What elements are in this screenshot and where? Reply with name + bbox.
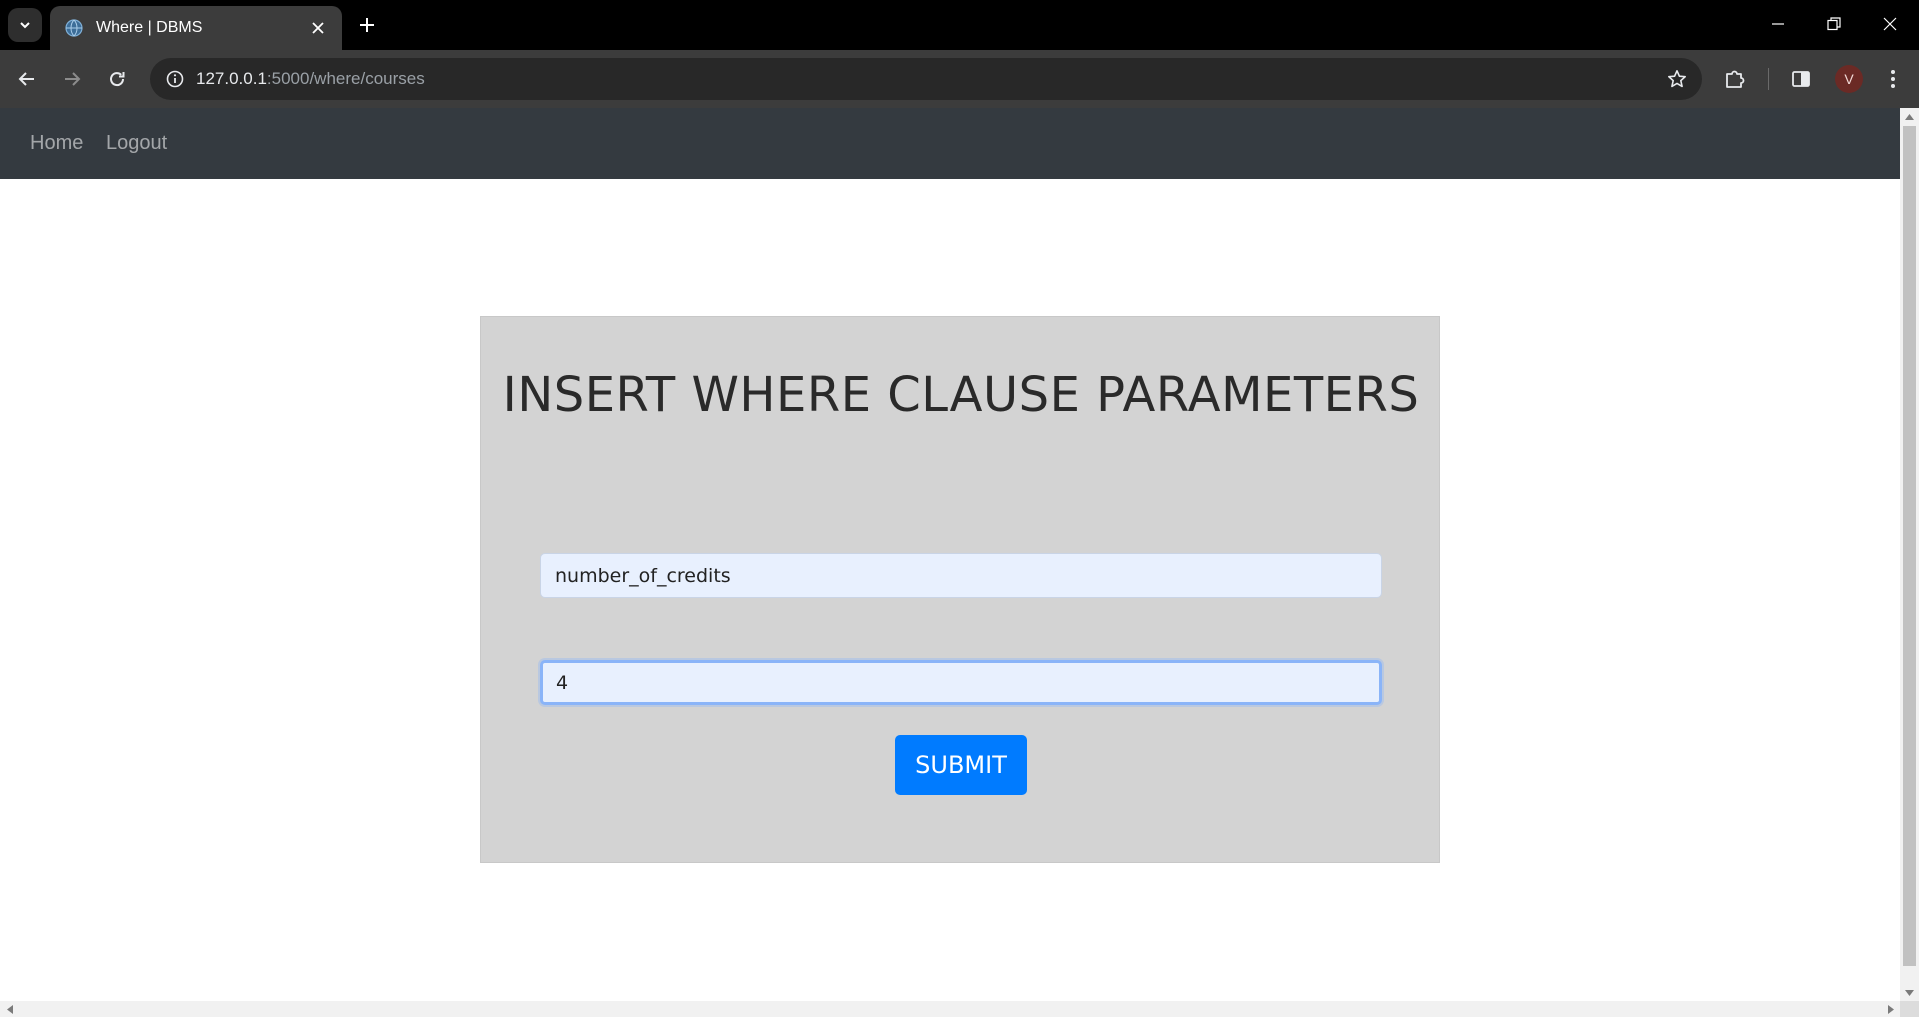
url-host: 127.0.0.1 — [196, 69, 267, 88]
vertical-scroll-thumb[interactable] — [1903, 126, 1916, 966]
form-title: INSERT WHERE CLAUSE PARAMETERS — [502, 367, 1420, 423]
minimize-button[interactable] — [1750, 0, 1806, 48]
where-form-card: INSERT WHERE CLAUSE PARAMETERS SUBMIT — [480, 316, 1440, 863]
page-viewport: Home Logout INSERT WHERE CLAUSE PARAMETE… — [0, 108, 1900, 1001]
triangle-up-icon — [1905, 113, 1914, 120]
toolbar-separator — [1768, 68, 1769, 90]
info-icon — [166, 70, 184, 88]
tab-title: Where | DBMS — [96, 19, 203, 36]
back-button[interactable] — [10, 62, 44, 96]
minimize-icon — [1772, 23, 1784, 25]
column-value-input[interactable] — [540, 660, 1382, 705]
scroll-up-arrow[interactable] — [1900, 108, 1919, 125]
tab-search-button[interactable] — [8, 8, 42, 42]
scrollbar-corner — [1900, 1001, 1919, 1017]
close-icon — [1883, 17, 1897, 31]
triangle-right-icon — [1887, 1004, 1894, 1014]
close-icon — [312, 22, 324, 34]
plus-icon — [360, 18, 374, 32]
arrow-left-icon — [18, 72, 34, 86]
url-path: :5000/where/courses — [266, 69, 425, 88]
nav-link-home[interactable]: Home — [30, 132, 83, 155]
profile-avatar[interactable]: V — [1835, 65, 1863, 93]
tab-close-button[interactable] — [306, 16, 330, 40]
window-close-button[interactable] — [1862, 0, 1918, 48]
url-text: 127.0.0.1:5000/where/courses — [196, 69, 425, 89]
scroll-down-arrow[interactable] — [1900, 984, 1919, 1001]
new-tab-button[interactable] — [352, 10, 382, 40]
side-panel-icon — [1792, 71, 1810, 87]
scroll-left-arrow[interactable] — [0, 1001, 19, 1017]
reload-button[interactable] — [100, 62, 134, 96]
reload-icon — [110, 72, 125, 87]
chevron-down-icon — [20, 22, 30, 29]
address-bar[interactable]: 127.0.0.1:5000/where/courses — [150, 58, 1702, 100]
side-panel-button[interactable] — [1784, 62, 1818, 96]
browser-menu-button[interactable] — [1876, 62, 1910, 96]
site-info-button[interactable] — [160, 64, 190, 94]
arrow-right-icon — [65, 72, 81, 86]
horizontal-scrollbar[interactable] — [0, 1001, 1900, 1017]
column-name-input[interactable] — [540, 553, 1382, 598]
submit-button[interactable]: SUBMIT — [895, 735, 1027, 795]
extensions-button[interactable] — [1718, 62, 1752, 96]
site-navbar: Home Logout — [0, 108, 1900, 179]
scroll-right-arrow[interactable] — [1881, 1001, 1900, 1017]
browser-tab[interactable]: Where | DBMS — [50, 6, 342, 50]
triangle-down-icon — [1905, 989, 1914, 996]
triangle-left-icon — [6, 1004, 13, 1014]
restore-icon — [1827, 17, 1841, 31]
restore-button[interactable] — [1806, 0, 1862, 48]
vertical-scrollbar[interactable] — [1900, 108, 1919, 1001]
browser-toolbar: 127.0.0.1:5000/where/courses V — [0, 50, 1919, 108]
nav-link-logout[interactable]: Logout — [106, 132, 167, 155]
star-icon — [1668, 70, 1686, 88]
kebab-menu-icon — [1891, 70, 1895, 88]
bookmark-button[interactable] — [1662, 64, 1692, 94]
puzzle-icon — [1726, 70, 1745, 88]
tab-strip: Where | DBMS — [0, 0, 1919, 50]
forward-button[interactable] — [55, 62, 89, 96]
globe-icon — [65, 19, 83, 37]
